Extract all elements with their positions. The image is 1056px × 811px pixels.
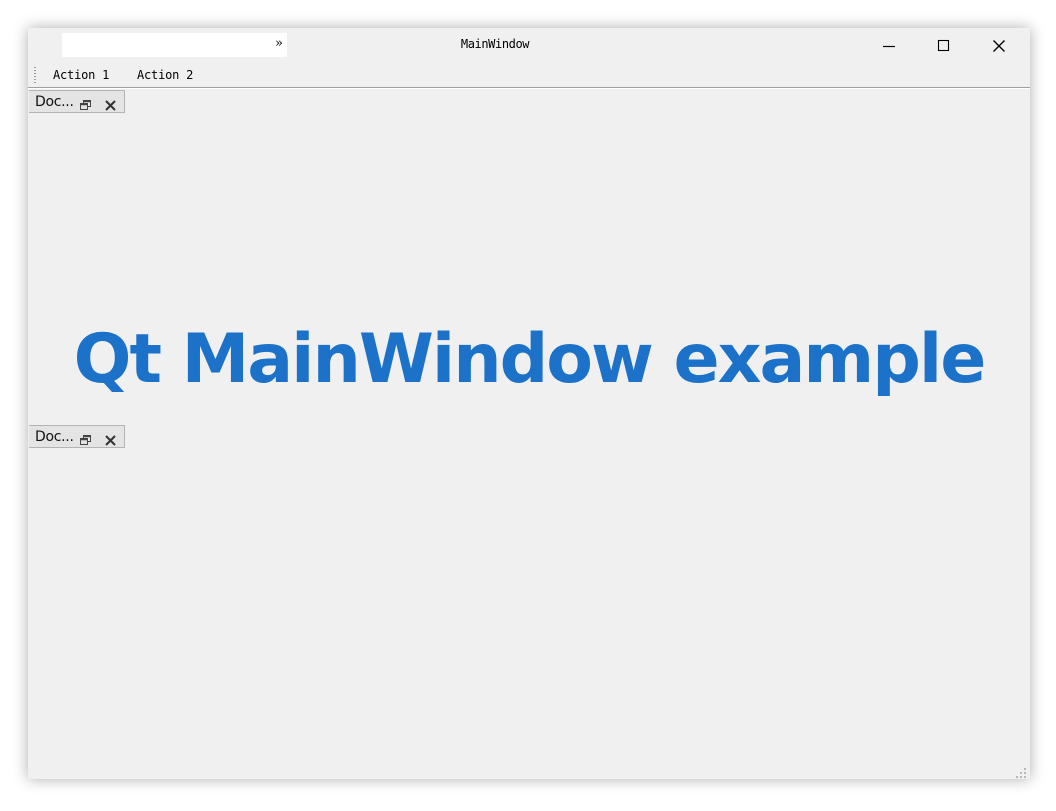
window-title: MainWindow [460,37,530,51]
close-button[interactable] [972,28,1028,62]
dock-close-button[interactable] [105,431,116,450]
dock-close-button[interactable] [105,96,116,115]
size-grip-icon [1016,768,1026,778]
central-widget-label: Qt MainWindow example [73,320,987,399]
dock-widget-1-titlebar[interactable]: Doc... [29,90,125,113]
title-bar[interactable]: » MainWindow [28,28,1030,62]
close-icon [993,40,1005,52]
close-icon [105,435,116,446]
maximize-icon [937,39,950,52]
action-2-button[interactable]: Action 2 [137,68,193,82]
minimize-icon [883,45,895,48]
resize-grip-handle[interactable] [1015,764,1027,778]
dock-widget-1-title: Doc... [35,94,74,110]
close-icon [105,100,116,111]
dock-widget-2-title: Doc... [35,429,74,445]
float-icon [80,100,91,110]
toolbar: Action 1 Action 2 [28,62,1030,88]
minimize-button[interactable] [862,28,918,62]
float-icon [80,435,91,445]
maximize-button[interactable] [916,28,972,62]
toolbar-divider-highlight [28,88,1030,89]
main-window: » MainWindow Action 1 Action 2 Doc... Qt… [28,28,1030,779]
toolbar-grip-handle[interactable] [34,67,36,83]
dock-float-button[interactable] [80,431,91,450]
action-1-button[interactable]: Action 1 [53,68,109,82]
dock-float-button[interactable] [80,96,91,115]
dock-widget-2-titlebar[interactable]: Doc... [29,425,125,448]
